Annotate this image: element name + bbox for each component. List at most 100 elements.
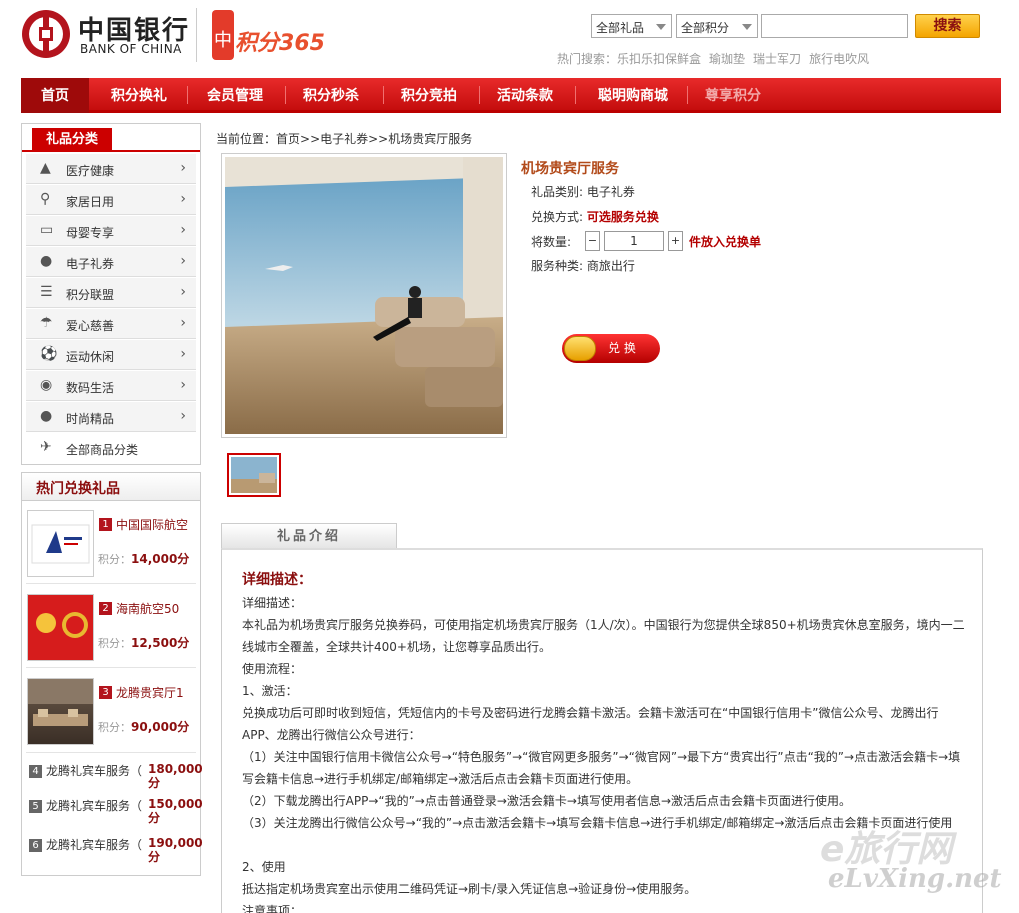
hot-list-item-name[interactable]: 龙腾礼宾车服务（ — [46, 797, 142, 814]
bank-name-en: BANK OF CHINA — [80, 42, 182, 56]
hainan-airlines-thumbnail[interactable] — [27, 594, 94, 661]
category-sports[interactable]: ⚽ 运动休闲 › — [26, 340, 196, 370]
nav-flash-sale[interactable]: 积分秒杀 — [289, 78, 373, 113]
nav-smart-mall[interactable]: 聪明购商城 — [583, 78, 683, 113]
chevron-right-icon: › — [180, 284, 186, 300]
product-thumbnail[interactable] — [227, 453, 281, 497]
hot-list-item-points: 180,000分 — [148, 762, 203, 790]
product-category-row: 礼品类别: 电子礼券 — [531, 185, 635, 199]
qty-minus-button[interactable]: − — [585, 231, 600, 251]
plane-icon: ✈ — [40, 439, 52, 455]
hot-item-name[interactable]: 海南航空50 — [116, 600, 179, 617]
nav-member[interactable]: 会员管理 — [193, 78, 277, 113]
hot-search-bar: 热门搜索：乐扣乐扣保鲜盒 瑜珈垫 瑞士军刀 旅行电吹风 — [557, 50, 877, 67]
category-charity[interactable]: ☂ 爱心慈善 › — [26, 309, 196, 339]
chevron-right-icon: › — [180, 191, 186, 207]
category-home[interactable]: ⚲ 家居日用 › — [26, 185, 196, 215]
category-baby[interactable]: ▭ 母婴专享 › — [26, 216, 196, 246]
product-title: 机场贵宾厅服务 — [521, 161, 619, 177]
category-alliance[interactable]: ☰ 积分联盟 › — [26, 278, 196, 308]
hot-item-name[interactable]: 龙腾贵宾厅1 — [116, 684, 184, 701]
add-to-list-link[interactable]: 件放入兑换单 — [689, 233, 761, 250]
category-panel: 礼品分类 ▲ 医疗健康 › ⚲ 家居日用 › ▭ 母婴专享 › ● 电子礼券 › ☰ 积分联盟 › … — [21, 123, 201, 465]
nav-points-exchange[interactable]: 积分换礼 — [97, 78, 181, 113]
description-line: 本礼品为机场贵宾厅服务兑换券码，可使用指定机场贵宾厅服务（1人/次）。中国银行为… — [242, 618, 965, 654]
home-goods-icon: ⚲ — [40, 191, 51, 207]
watermark-text: eLvXing.net — [828, 864, 1002, 894]
chevron-right-icon: › — [180, 315, 186, 331]
chevron-right-icon: › — [180, 377, 186, 393]
chevron-right-icon: › — [180, 222, 186, 238]
search-button[interactable]: 搜索 — [915, 14, 980, 38]
points365-logo[interactable]: 中 积分365 — [210, 8, 330, 64]
product-main-image[interactable] — [221, 153, 507, 438]
description-line: 兑换成功后可即时收到短信，凭短信内的卡号及密码进行龙腾会籍卡激活。会籍卡激活可在… — [242, 706, 939, 742]
description-line: 详细描述： — [242, 596, 303, 610]
hot-item-points: 积分：14,000分 — [98, 552, 190, 566]
points-filter-select[interactable]: 全部积分 — [676, 14, 758, 38]
main-nav: 首页 积分换礼 会员管理 积分秒杀 积分竞拍 活动条款 聪明购商城 尊享积分 — [21, 78, 1001, 113]
hot-search-label: 热门搜索： — [557, 52, 618, 66]
fashion-icon: ● — [40, 408, 53, 424]
hot-search-term[interactable]: 旅行电吹风 — [809, 52, 869, 66]
hot-search-term[interactable]: 乐扣乐扣保鲜盒 — [617, 52, 701, 66]
chevron-right-icon: › — [180, 160, 186, 176]
nav-home[interactable]: 首页 — [21, 78, 89, 113]
digital-icon: ◉ — [40, 377, 53, 393]
hot-list-item-points: 190,000分 — [148, 836, 203, 864]
coin-icon — [564, 336, 596, 361]
hot-list-item-name[interactable]: 龙腾礼宾车服务（ — [46, 836, 142, 853]
hot-item-name[interactable]: 中国国际航空 — [116, 516, 188, 533]
category-digital[interactable]: ◉ 数码生活 › — [26, 371, 196, 401]
logo-divider — [196, 8, 197, 62]
chevron-down-icon — [656, 24, 666, 30]
ecoupon-icon: ● — [40, 253, 53, 269]
rank-badge: 6 — [29, 839, 42, 852]
search-input[interactable] — [761, 14, 908, 38]
chevron-down-icon — [742, 24, 752, 30]
tab-gift-intro[interactable]: 礼品介绍 — [221, 523, 397, 549]
nav-auction[interactable]: 积分竞拍 — [387, 78, 471, 113]
hot-gifts-title: 热门兑换礼品 — [22, 473, 200, 501]
qty-label: 将数量: — [531, 235, 572, 249]
hot-item-points: 积分：12,500分 — [98, 636, 190, 650]
qty-plus-button[interactable]: + — [668, 231, 683, 251]
product-service-row: 服务种类: 商旅出行 — [531, 259, 635, 273]
redeem-button[interactable]: 兑 换 — [562, 334, 660, 363]
air-china-thumbnail[interactable] — [27, 510, 94, 577]
description-heading: 详细描述： — [242, 572, 312, 588]
chevron-right-icon: › — [180, 408, 186, 424]
category-panel-title: 礼品分类 — [32, 128, 112, 152]
rank-badge: 3 — [99, 686, 112, 699]
hot-item-points: 积分：90,000分 — [98, 720, 190, 734]
description-line: （1）关注中国银行信用卡微信公众号→“特色服务”→“微官网更多服务”→“微官网”… — [242, 750, 961, 786]
hot-search-term[interactable]: 瑞士军刀 — [753, 52, 801, 66]
rank-badge: 1 — [99, 518, 112, 531]
category-ecoupon[interactable]: ● 电子礼券 › — [26, 247, 196, 277]
breadcrumb-path[interactable]: 首页>>电子礼券>>机场贵宾厅服务 — [276, 132, 472, 146]
nav-terms[interactable]: 活动条款 — [483, 78, 567, 113]
bank-logo-icon[interactable] — [22, 10, 70, 58]
alliance-icon: ☰ — [40, 284, 53, 300]
medical-icon: ▲ — [40, 160, 51, 176]
hot-search-term[interactable]: 瑜珈垫 — [709, 52, 745, 66]
category-all[interactable]: ✈ 全部商品分类 — [26, 433, 196, 463]
hot-list-item-points: 150,000分 — [148, 797, 203, 825]
description-line: （2）下载龙腾出行APP→“我的”→点击普通登录→激活会籍卡→填写使用者信息→激… — [242, 794, 852, 808]
chevron-right-icon: › — [180, 253, 186, 269]
description-line: 注意事项： — [242, 904, 303, 913]
qty-input[interactable]: 1 — [604, 231, 664, 251]
category-fashion[interactable]: ● 时尚精品 › — [26, 402, 196, 432]
vip-lounge-thumbnail[interactable] — [27, 678, 94, 745]
rank-badge: 2 — [99, 602, 112, 615]
hot-list-item-name[interactable]: 龙腾礼宾车服务（ — [46, 762, 142, 779]
category-medical[interactable]: ▲ 医疗健康 › — [26, 154, 196, 184]
product-exchange-row: 兑换方式: 可选服务兑换 — [531, 210, 659, 224]
description-line: 使用流程： — [242, 662, 303, 676]
charity-icon: ☂ — [40, 315, 53, 331]
rank-badge: 4 — [29, 765, 42, 778]
gift-filter-select[interactable]: 全部礼品 — [591, 14, 672, 38]
svg-text:积分365: 积分365 — [235, 31, 325, 56]
sports-icon: ⚽ — [40, 346, 58, 362]
nav-premium-points[interactable]: 尊享积分 — [693, 78, 773, 113]
